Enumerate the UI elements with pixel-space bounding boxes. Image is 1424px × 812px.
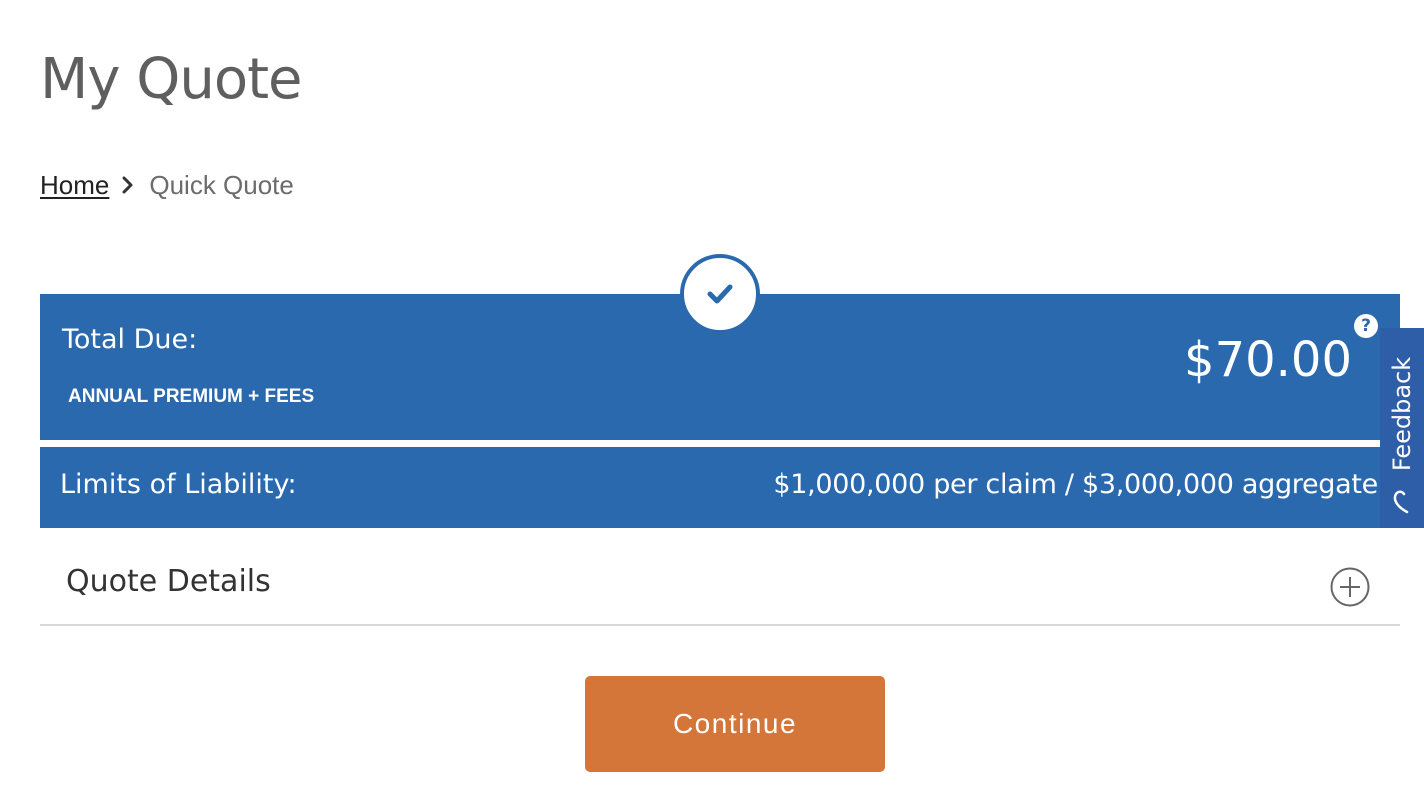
breadcrumb-current: Quick Quote — [149, 169, 294, 200]
limits-value: $1,000,000 per claim / $3,000,000 aggreg… — [773, 469, 1378, 500]
breadcrumb: Home Quick Quote — [40, 168, 294, 202]
feedback-heart-icon — [1393, 490, 1409, 514]
page-title: My Quote — [40, 47, 302, 112]
checkmark-badge — [680, 254, 760, 334]
total-due-amount: $70.00 — [1184, 332, 1352, 388]
plus-circle-icon[interactable] — [1330, 567, 1370, 607]
quote-details-toggle[interactable]: Quote Details — [40, 540, 1400, 626]
checkmark-icon — [707, 284, 733, 304]
feedback-tab[interactable]: Feedback — [1380, 328, 1424, 528]
continue-button[interactable]: Continue — [585, 676, 885, 772]
feedback-label: Feedback — [1388, 356, 1416, 472]
question-icon[interactable]: ? — [1354, 314, 1378, 338]
breadcrumb-home-link[interactable]: Home — [40, 170, 109, 201]
limits-of-liability-panel: Limits of Liability: $1,000,000 per clai… — [40, 447, 1400, 528]
total-due-sublabel: ANNUAL PREMIUM + FEES — [68, 386, 315, 407]
chevron-right-icon — [122, 176, 133, 194]
limits-label: Limits of Liability: — [60, 469, 297, 500]
total-due-label: Total Due: — [62, 324, 198, 355]
quote-details-label: Quote Details — [66, 564, 271, 599]
